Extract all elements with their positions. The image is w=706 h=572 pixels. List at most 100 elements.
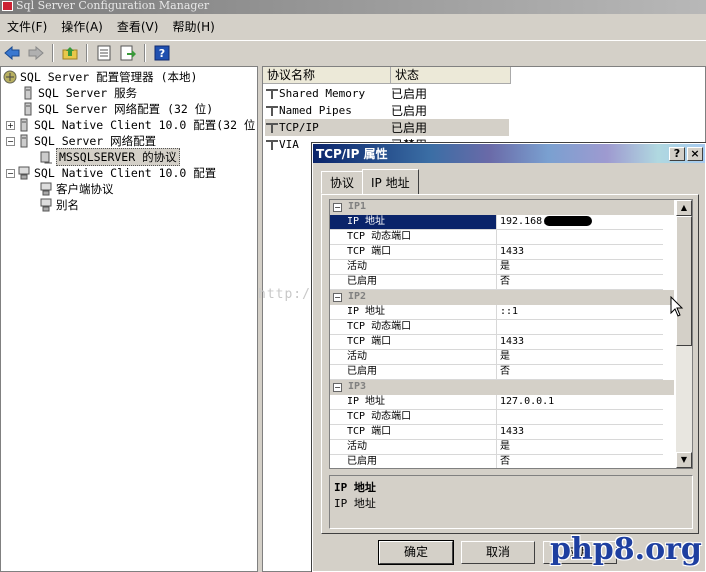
tree-item-network-config-32[interactable]: SQL Server 网络配置 (32 位) <box>21 101 213 117</box>
collapse-icon[interactable]: − <box>333 293 342 302</box>
toolbar-separator <box>144 43 146 62</box>
site-logo: php8.org <box>550 532 702 567</box>
scroll-thumb[interactable] <box>676 216 692 346</box>
property-key: TCP 端口 <box>330 335 497 350</box>
config-manager-icon <box>3 70 17 84</box>
protocol-status: 已启用 <box>391 121 428 135</box>
property-value[interactable]: 否 <box>497 365 663 380</box>
property-value[interactable]: 127.0.0.1 <box>497 395 663 410</box>
property-value[interactable]: 否 <box>497 275 663 290</box>
property-value[interactable]: 1433 <box>497 425 663 440</box>
tree-item-sql-services[interactable]: SQL Server 服务 <box>21 85 137 101</box>
scroll-down-icon[interactable]: ▼ <box>676 452 692 468</box>
group-header-ip3[interactable]: − IP3 <box>330 380 674 395</box>
back-icon[interactable] <box>2 43 22 63</box>
property-value[interactable]: 是 <box>497 350 663 365</box>
tree-item-network-config[interactable]: − SQL Server 网络配置 <box>6 133 156 149</box>
list-item[interactable]: Shared Memory 已启用 <box>265 85 509 102</box>
property-key: 已启用 <box>330 455 497 468</box>
tree-root-label: SQL Server 配置管理器 (本地) <box>20 70 198 84</box>
scroll-up-icon[interactable]: ▲ <box>676 200 692 216</box>
tree-item-mssqlserver-protocols[interactable]: MSSQLSERVER 的协议 <box>39 148 180 166</box>
property-row[interactable]: 已启用否 <box>330 365 663 380</box>
column-header-protocol-name[interactable]: 协议名称 <box>263 67 391 84</box>
group-name: IP3 <box>348 381 367 392</box>
property-value[interactable] <box>497 230 663 245</box>
tree-item-label: SQL Server 网络配置 <box>34 134 157 148</box>
menu-action[interactable]: 操作(A) <box>54 17 110 37</box>
tab-ip-addresses[interactable]: IP 地址 <box>362 169 419 195</box>
cancel-button[interactable]: 取消 <box>461 541 535 564</box>
svg-text:?: ? <box>159 47 165 60</box>
menu-view[interactable]: 查看(V) <box>110 17 166 37</box>
menu-file[interactable]: 文件(F) <box>0 17 54 37</box>
close-button[interactable]: × <box>687 146 703 161</box>
property-row[interactable]: TCP 端口 1433 <box>330 425 663 440</box>
tree-item-native-client[interactable]: − SQL Native Client 10.0 配置 <box>6 165 216 181</box>
tree-item-client-protocols[interactable]: 客户端协议 <box>39 181 114 197</box>
collapse-icon[interactable]: − <box>6 168 15 178</box>
client-icon <box>40 198 52 212</box>
property-row[interactable]: 活动是 <box>330 260 663 275</box>
property-row[interactable]: IP 地址 192.168. <box>330 215 663 230</box>
tree-item-aliases[interactable]: 别名 <box>39 197 79 213</box>
properties-icon[interactable] <box>94 43 114 63</box>
property-value[interactable]: 192.168. <box>497 215 663 230</box>
console-tree[interactable]: SQL Server 配置管理器 (本地) SQL Server 服务 SQL … <box>0 66 258 572</box>
property-row[interactable]: TCP 动态端口 <box>330 230 663 245</box>
dialog-title-bar[interactable]: TCP/IP 属性 ? × <box>313 144 705 163</box>
ok-button[interactable]: 确定 <box>378 540 454 565</box>
property-row[interactable]: TCP 动态端口 <box>330 410 663 425</box>
property-grid[interactable]: − IP1 IP 地址 192.168. TCP 动态端口 TCP 端口 1433 … <box>329 199 693 469</box>
export-icon[interactable] <box>118 43 138 63</box>
expand-icon[interactable]: + <box>6 120 15 130</box>
client-icon <box>40 182 52 196</box>
property-row[interactable]: 活动是 <box>330 350 663 365</box>
collapse-icon[interactable]: − <box>6 136 15 146</box>
property-key: 活动 <box>330 260 497 275</box>
property-row[interactable]: IP 地址::1 <box>330 305 663 320</box>
dialog-title: TCP/IP 属性 <box>316 147 388 161</box>
tree-item-label: SQL Native Client 10.0 配置 <box>34 166 217 180</box>
group-header-ip1[interactable]: − IP1 <box>330 200 674 215</box>
property-value[interactable]: 否 <box>497 455 663 468</box>
property-value[interactable] <box>497 320 663 335</box>
dialog-tabs: 协议 IP 地址 <box>321 169 419 195</box>
property-value[interactable]: 1433 <box>497 335 663 350</box>
collapse-icon[interactable]: − <box>333 203 342 212</box>
property-value[interactable]: 1433 <box>497 245 663 260</box>
tree-item-label: 客户端协议 <box>56 182 114 196</box>
group-name: IP2 <box>348 291 367 302</box>
property-row[interactable]: TCP 动态端口 <box>330 320 663 335</box>
protocol-name: Named Pipes <box>279 104 352 117</box>
collapse-icon[interactable]: − <box>333 383 342 392</box>
property-row[interactable]: TCP 端口 1433 <box>330 335 663 350</box>
app-icon <box>2 1 13 11</box>
list-item[interactable]: Named Pipes 已启用 <box>265 102 509 119</box>
help-icon[interactable]: ? <box>152 43 172 63</box>
property-row[interactable]: 已启用否 <box>330 455 663 468</box>
list-item-selected[interactable]: TCP/IP 已启用 <box>265 119 509 136</box>
property-value[interactable] <box>497 410 663 425</box>
property-grid-scrollbar[interactable]: ▲ ▼ <box>676 200 692 468</box>
property-key: 活动 <box>330 440 497 455</box>
property-row[interactable]: 已启用否 <box>330 275 663 290</box>
group-header-ip2[interactable]: − IP2 <box>330 290 674 305</box>
protocol-name: TCP/IP <box>279 121 319 134</box>
property-row[interactable]: TCP 端口 1433 <box>330 245 663 260</box>
client-icon <box>18 166 30 180</box>
property-value[interactable]: 是 <box>497 440 663 455</box>
window-title-bar: Sql Server Configuration Manager <box>0 0 706 14</box>
tree-item-native-client-32[interactable]: + SQL Native Client 10.0 配置(32 位) <box>6 117 257 133</box>
up-folder-icon[interactable] <box>60 43 80 63</box>
column-header-status[interactable]: 状态 <box>391 67 511 84</box>
property-value[interactable]: 是 <box>497 260 663 275</box>
property-row[interactable]: 活动是 <box>330 440 663 455</box>
tree-root[interactable]: SQL Server 配置管理器 (本地) <box>3 69 197 85</box>
forward-icon[interactable] <box>26 43 46 63</box>
tab-protocol[interactable]: 协议 <box>321 171 364 194</box>
property-value[interactable]: ::1 <box>497 305 663 320</box>
property-row[interactable]: IP 地址 127.0.0.1 <box>330 395 663 410</box>
menu-help[interactable]: 帮助(H) <box>165 17 221 37</box>
help-button[interactable]: ? <box>669 146 685 161</box>
